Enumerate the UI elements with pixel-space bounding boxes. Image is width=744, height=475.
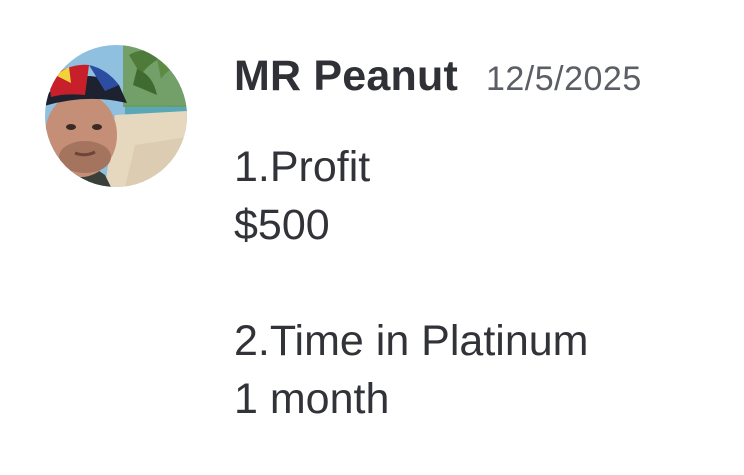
message-line [234,254,724,312]
avatar[interactable] [45,45,187,187]
message-line: $500 [234,201,330,249]
chat-message: MR Peanut 12/5/2025 1.Profit $500 2.Time… [0,0,744,475]
avatar-image [45,45,187,187]
message-header: MR Peanut 12/5/2025 [234,52,642,112]
message-line: 2.Time in Platinum [234,317,589,365]
author-name[interactable]: MR Peanut [234,52,458,101]
message-timestamp: 12/5/2025 [485,60,642,98]
message-line: 1.Profit [234,143,371,191]
message-content: 1.Profit $500 2.Time in Platinum 1 month [234,138,724,428]
message-line: 1 month [234,375,390,423]
